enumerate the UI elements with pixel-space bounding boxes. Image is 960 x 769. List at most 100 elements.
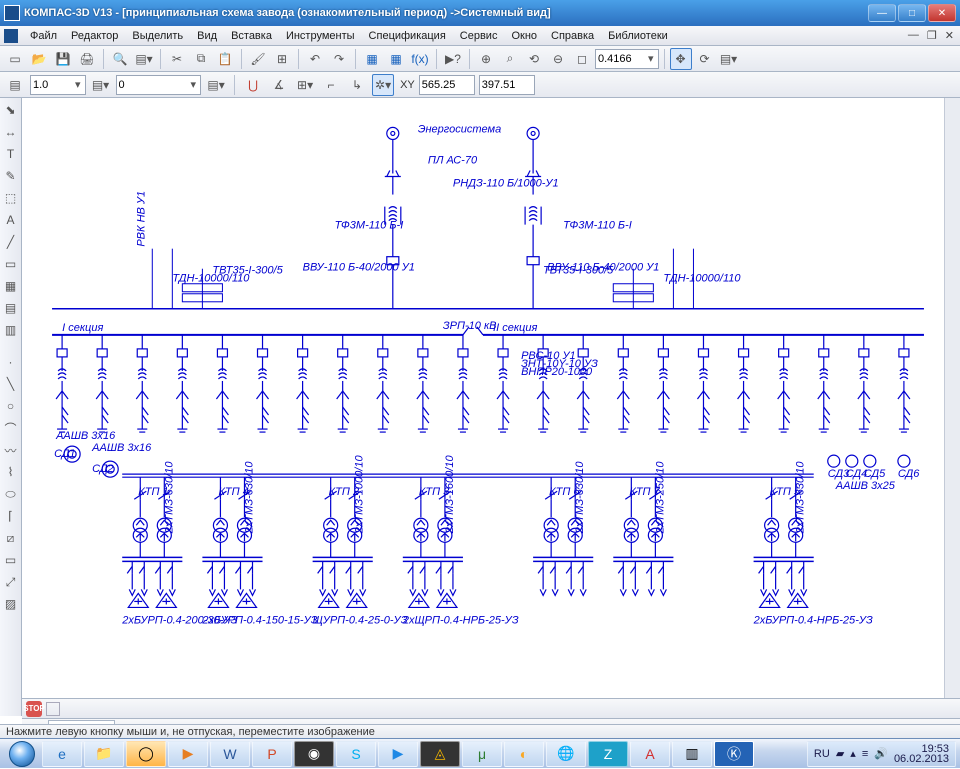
copy-button[interactable]: ⧉ bbox=[190, 48, 212, 70]
hatch2-tool[interactable]: ▨ bbox=[1, 594, 21, 614]
mdi-restore[interactable]: ❐ bbox=[925, 29, 939, 42]
menu-window[interactable]: Окно bbox=[505, 28, 543, 44]
task-ppt[interactable]: P bbox=[252, 741, 292, 767]
spline-tool[interactable]: 〰 bbox=[1, 440, 21, 460]
aux-tool[interactable]: ⤢ bbox=[1, 572, 21, 592]
tray-lang[interactable]: RU bbox=[814, 748, 830, 760]
grid-button[interactable]: ⊞▾ bbox=[294, 74, 316, 96]
local-cs-button[interactable]: ↳ bbox=[346, 74, 368, 96]
zoom-fit-button[interactable]: ◻ bbox=[571, 48, 593, 70]
report-button[interactable]: ▥ bbox=[1, 320, 21, 340]
menu-spec[interactable]: Спецификация bbox=[363, 28, 452, 44]
snap1-button[interactable]: ∡ bbox=[268, 74, 290, 96]
props-button[interactable]: ▤▾ bbox=[133, 48, 155, 70]
param-button[interactable]: ⬚ bbox=[1, 188, 21, 208]
fillet-tool[interactable]: ⌈ bbox=[1, 506, 21, 526]
cut-button[interactable]: ✂ bbox=[166, 48, 188, 70]
print-button[interactable]: 🖨 bbox=[76, 48, 98, 70]
help-button[interactable]: ▶? bbox=[442, 48, 464, 70]
drawing-canvas[interactable]: Энергосистема ПЛ АС-70 РНДЗ-110 Б/1000-У… bbox=[22, 98, 960, 716]
doc-icon[interactable] bbox=[4, 29, 18, 43]
x-field[interactable] bbox=[419, 75, 475, 95]
tray-vol-icon[interactable]: 🔊 bbox=[874, 747, 888, 760]
segment-tool[interactable]: ╲ bbox=[1, 374, 21, 394]
system-tray[interactable]: RU ▰ ▴ ≡ 🔊 19:53 06.02.2013 bbox=[807, 741, 956, 767]
task-word[interactable]: W bbox=[210, 741, 250, 767]
task-app2[interactable]: ◐ bbox=[504, 741, 544, 767]
task-skype[interactable]: S bbox=[336, 741, 376, 767]
refresh-button[interactable]: ⟳ bbox=[694, 48, 716, 70]
undo-button[interactable]: ↶ bbox=[304, 48, 326, 70]
save-button[interactable]: 💾 bbox=[52, 48, 74, 70]
zoom-in-button[interactable]: ⊕ bbox=[475, 48, 497, 70]
zoom-out-button[interactable]: ⊖ bbox=[547, 48, 569, 70]
variables-button[interactable]: ▦ bbox=[385, 48, 407, 70]
spec2-button[interactable]: ▤ bbox=[1, 298, 21, 318]
menu-select[interactable]: Выделить bbox=[126, 28, 189, 44]
mdi-minimize[interactable]: — bbox=[906, 29, 921, 42]
layer-combo[interactable]: ▾ bbox=[116, 75, 202, 95]
close-button[interactable]: ✕ bbox=[928, 4, 956, 22]
task-explorer[interactable]: 📁 bbox=[84, 741, 124, 767]
task-reader[interactable]: A bbox=[630, 741, 670, 767]
geom-button[interactable]: ⬊ bbox=[1, 100, 21, 120]
pan-button[interactable]: ✥ bbox=[670, 48, 692, 70]
library-button[interactable]: ▦ bbox=[361, 48, 383, 70]
task-chrome[interactable]: 🌐 bbox=[546, 741, 586, 767]
ortho-button[interactable]: ⌐ bbox=[320, 74, 342, 96]
new-button[interactable]: ▭ bbox=[4, 48, 26, 70]
menu-library[interactable]: Библиотеки bbox=[602, 28, 674, 44]
task-zona[interactable]: Z bbox=[588, 741, 628, 767]
stop-icon[interactable]: STOP bbox=[26, 701, 42, 717]
menu-help[interactable]: Справка bbox=[545, 28, 600, 44]
y-field[interactable] bbox=[479, 75, 535, 95]
task-daum[interactable]: ▶ bbox=[378, 741, 418, 767]
rect2-tool[interactable]: ▭ bbox=[1, 550, 21, 570]
layer-mgr-button[interactable]: ▤▾ bbox=[90, 74, 112, 96]
paste-button[interactable]: 📋 bbox=[214, 48, 236, 70]
start-button[interactable] bbox=[4, 739, 40, 769]
redo-button[interactable]: ↷ bbox=[328, 48, 350, 70]
menu-service[interactable]: Сервис bbox=[454, 28, 504, 44]
layers-button[interactable]: ▤ bbox=[4, 74, 26, 96]
cmd-icon[interactable] bbox=[46, 702, 60, 716]
tray-up-icon[interactable]: ▴ bbox=[850, 747, 856, 760]
menu-tools[interactable]: Инструменты bbox=[280, 28, 361, 44]
task-kompas[interactable]: Ⓚ bbox=[714, 741, 754, 767]
arc-tool[interactable]: ⌒ bbox=[1, 418, 21, 438]
task-tc[interactable]: ▥ bbox=[672, 741, 712, 767]
task-app1[interactable]: ◯ bbox=[126, 741, 166, 767]
vertical-scrollbar[interactable] bbox=[944, 98, 960, 700]
tray-net-icon[interactable]: ≡ bbox=[862, 748, 868, 760]
menu-file[interactable]: Файл bbox=[24, 28, 63, 44]
line-button[interactable]: ╱ bbox=[1, 232, 21, 252]
brush-button[interactable]: 🖌 bbox=[247, 48, 269, 70]
polyline-tool[interactable]: ⌇ bbox=[1, 462, 21, 482]
text-button[interactable]: T bbox=[1, 144, 21, 164]
menu-editor[interactable]: Редактор bbox=[65, 28, 124, 44]
ellipse-tool[interactable]: ⬭ bbox=[1, 484, 21, 504]
menu-insert[interactable]: Вставка bbox=[225, 28, 278, 44]
chamfer-tool[interactable]: ⧄ bbox=[1, 528, 21, 548]
fx-button[interactable]: f(x) bbox=[409, 48, 431, 70]
point-tool[interactable]: · bbox=[1, 352, 21, 372]
hatch-button[interactable]: ▦ bbox=[1, 276, 21, 296]
zoom-window-button[interactable]: ⌕ bbox=[499, 48, 521, 70]
task-utorrent[interactable]: μ bbox=[462, 741, 502, 767]
round-button[interactable]: ✲▾ bbox=[372, 74, 394, 96]
task-nero[interactable]: ◉ bbox=[294, 741, 334, 767]
render-button[interactable]: ▤▾ bbox=[718, 48, 740, 70]
edit-button[interactable]: ✎ bbox=[1, 166, 21, 186]
preview-button[interactable]: 🔍 bbox=[109, 48, 131, 70]
scale-combo[interactable]: ▾ bbox=[30, 75, 86, 95]
menu-view[interactable]: Вид bbox=[191, 28, 223, 44]
mdi-close[interactable]: ✕ bbox=[943, 29, 956, 42]
open-button[interactable]: 📂 bbox=[28, 48, 50, 70]
zoom-combo[interactable]: ▾ bbox=[595, 49, 659, 69]
dim-button[interactable]: ↔ bbox=[1, 122, 21, 142]
zoom-prev-button[interactable]: ⟲ bbox=[523, 48, 545, 70]
task-ie[interactable]: e bbox=[42, 741, 82, 767]
task-wmp[interactable]: ▶ bbox=[168, 741, 208, 767]
prop2-button[interactable]: ⊞ bbox=[271, 48, 293, 70]
maximize-button[interactable]: □ bbox=[898, 4, 926, 22]
